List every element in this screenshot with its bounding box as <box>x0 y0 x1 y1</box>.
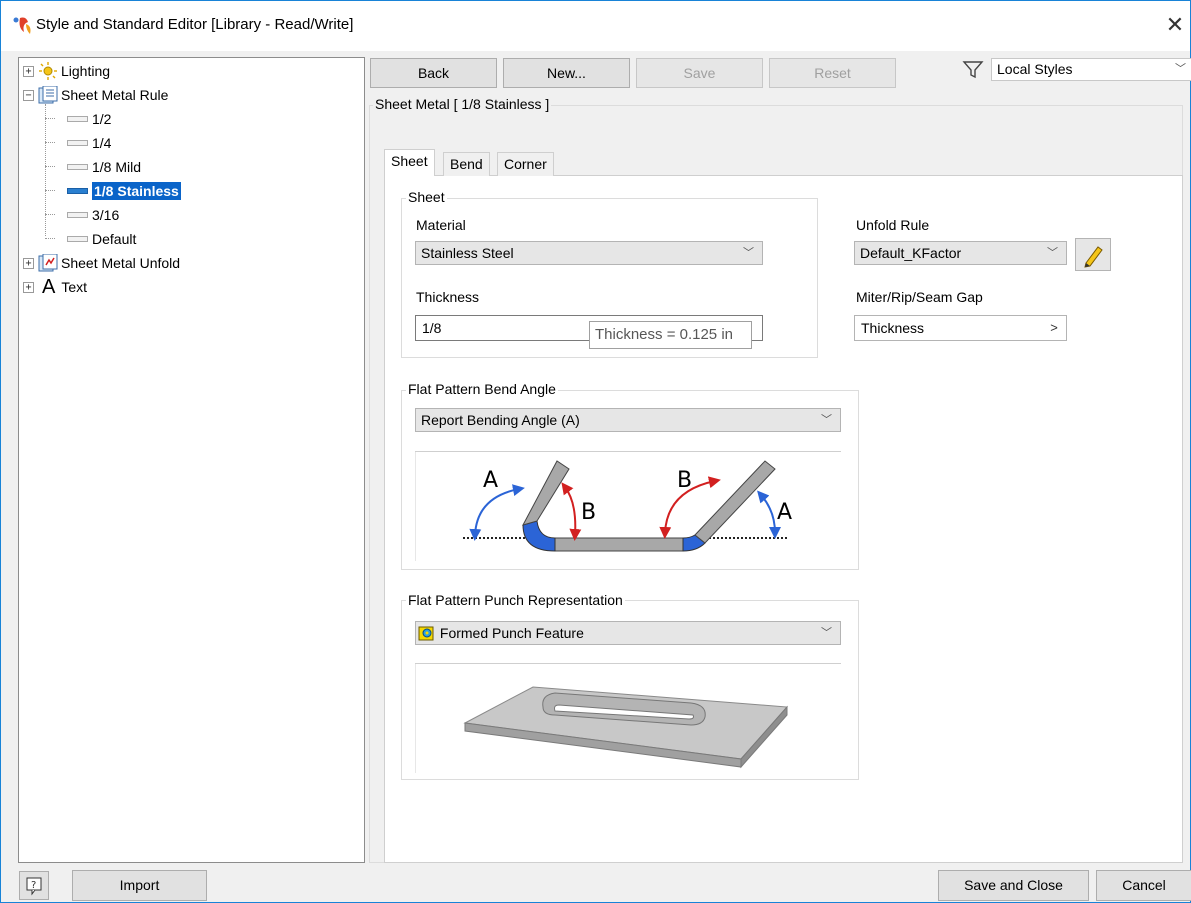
filter-icon[interactable] <box>962 58 984 80</box>
bend-angle-value: Report Bending Angle (A) <box>421 412 580 428</box>
style-leaf-icon <box>67 164 88 170</box>
tab-sheet[interactable]: Sheet <box>384 149 435 177</box>
save-and-close-button[interactable]: Save and Close <box>938 870 1089 901</box>
tree-item-sheet-metal-rule[interactable]: − Sheet Metal Rule <box>23 84 168 106</box>
tree-item-label: Sheet Metal Rule <box>61 87 169 103</box>
angle-label-b: B <box>677 468 692 493</box>
bend-angle-group-title: Flat Pattern Bend Angle <box>406 381 558 397</box>
gap-selector[interactable]: Thickness > <box>854 315 1067 341</box>
punch-group-title: Flat Pattern Punch Representation <box>406 592 625 608</box>
style-tree[interactable]: + Lighting − Sheet Metal Rule 1/2 1/4 1/… <box>18 57 365 863</box>
tree-item-lighting[interactable]: + Lighting <box>23 60 110 82</box>
sheet-metal-unfold-icon <box>38 254 58 272</box>
reset-button[interactable]: Reset <box>769 58 896 88</box>
style-leaf-icon <box>67 188 88 194</box>
expand-icon[interactable]: + <box>23 281 34 293</box>
help-icon: ? <box>26 877 42 896</box>
style-leaf-icon <box>67 212 88 218</box>
tree-item-label: 1/8 Mild <box>92 159 142 175</box>
punch-representation-dropdown[interactable]: Formed Punch Feature ﹀ <box>415 621 841 645</box>
style-editor-window: Style and Standard Editor [Library - Rea… <box>0 0 1191 903</box>
style-filter-dropdown[interactable]: Local Styles ﹀ <box>991 58 1191 81</box>
bend-angle-dropdown[interactable]: Report Bending Angle (A) ﹀ <box>415 408 841 432</box>
pencil-icon <box>1084 246 1103 268</box>
tree-item-default[interactable]: Default <box>67 228 136 250</box>
tree-item-label: Text <box>61 279 88 295</box>
expand-icon[interactable]: + <box>23 65 34 77</box>
help-button[interactable]: ? <box>19 871 49 900</box>
thickness-tooltip: Thickness = 0.125 in <box>589 321 752 349</box>
chevron-down-icon: ﹀ <box>821 627 832 639</box>
tree-item-label: 3/16 <box>92 207 120 223</box>
tree-item-label: Default <box>92 231 137 247</box>
punch-representation-value: Formed Punch Feature <box>439 625 584 641</box>
tree-item-1-4[interactable]: 1/4 <box>67 132 111 154</box>
back-button[interactable]: Back <box>370 58 497 88</box>
edit-unfold-rule-button[interactable] <box>1075 238 1111 271</box>
style-filter-value: Local Styles <box>997 61 1073 77</box>
window-title: Style and Standard Editor [Library - Rea… <box>36 16 354 33</box>
angle-label-b: B <box>581 500 596 525</box>
sheet-group-title: Sheet <box>406 189 447 205</box>
app-logo-icon <box>13 17 31 34</box>
angle-label-a: A <box>483 468 498 493</box>
new-button[interactable]: New... <box>503 58 630 88</box>
sheet-metal-rule-icon <box>38 86 58 104</box>
tree-item-text[interactable]: + A Text <box>23 276 87 298</box>
tree-item-label: Sheet Metal Unfold <box>61 255 181 271</box>
unfold-rule-label: Unfold Rule <box>856 217 930 233</box>
tab-corner[interactable]: Corner <box>497 152 554 177</box>
title-bar: Style and Standard Editor [Library - Rea… <box>1 1 1190 51</box>
tab-bend[interactable]: Bend <box>443 152 490 177</box>
material-label: Material <box>416 217 466 233</box>
tree-item-1-8-stainless[interactable]: 1/8 Stainless <box>67 180 181 202</box>
unfold-rule-dropdown[interactable]: Default_KFactor ﹀ <box>854 241 1067 265</box>
thickness-label: Thickness <box>416 289 480 305</box>
tree-item-label: 1/2 <box>92 111 112 127</box>
tree-item-1-8-mild[interactable]: 1/8 Mild <box>67 156 141 178</box>
angle-label-a: A <box>777 500 792 525</box>
tree-item-1-2[interactable]: 1/2 <box>67 108 111 130</box>
svg-text:?: ? <box>31 880 36 891</box>
style-leaf-icon <box>67 140 88 146</box>
collapse-icon[interactable]: − <box>23 89 34 101</box>
expand-icon[interactable]: + <box>23 257 34 269</box>
bend-angle-diagram: A B B A <box>415 451 841 561</box>
close-button[interactable]: ✕ <box>1160 7 1190 43</box>
thickness-value: 1/8 <box>422 320 442 336</box>
chevron-down-icon: ﹀ <box>1175 63 1186 75</box>
chevron-down-icon: ﹀ <box>743 247 754 259</box>
material-value: Stainless Steel <box>421 245 514 261</box>
chevron-down-icon: ﹀ <box>821 414 832 426</box>
import-button[interactable]: Import <box>72 870 207 901</box>
tree-item-sheet-metal-unfold[interactable]: + Sheet Metal Unfold <box>23 252 180 274</box>
tree-item-label: Lighting <box>61 63 111 79</box>
material-dropdown[interactable]: Stainless Steel ﹀ <box>415 241 763 265</box>
tree-item-3-16[interactable]: 3/16 <box>67 204 119 226</box>
gap-label: Miter/Rip/Seam Gap <box>856 289 983 305</box>
punch-preview <box>415 663 841 773</box>
chevron-right-icon[interactable]: > <box>1042 316 1066 340</box>
style-leaf-icon <box>67 236 88 242</box>
save-button[interactable]: Save <box>636 58 763 88</box>
tree-item-label: 1/8 Stainless <box>92 182 181 200</box>
formed-punch-icon <box>418 626 434 641</box>
text-style-icon: A <box>42 276 56 298</box>
unfold-rule-value: Default_KFactor <box>860 245 962 261</box>
gap-value: Thickness <box>861 320 925 336</box>
lighting-icon <box>39 62 57 80</box>
style-leaf-icon <box>67 116 88 122</box>
cancel-button[interactable]: Cancel <box>1096 870 1191 901</box>
style-header: Sheet Metal [ 1/8 Stainless ] <box>373 96 552 112</box>
chevron-down-icon: ﹀ <box>1047 247 1058 259</box>
tree-item-label: 1/4 <box>92 135 112 151</box>
